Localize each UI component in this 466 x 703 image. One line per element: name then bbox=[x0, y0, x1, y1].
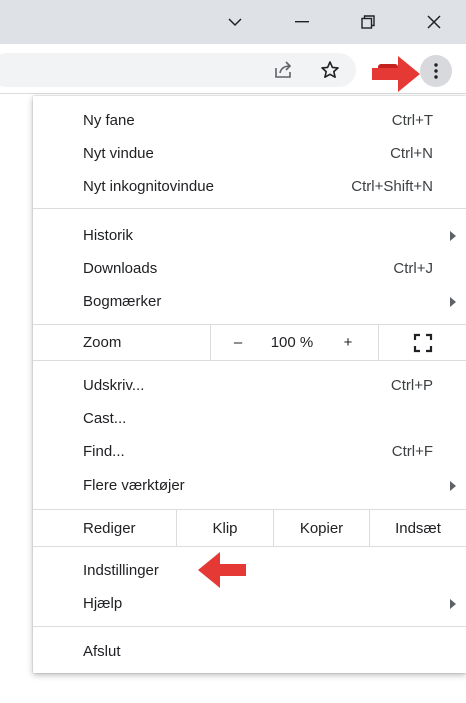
share-icon bbox=[275, 61, 292, 78]
paste-button[interactable]: Indsæt bbox=[370, 510, 466, 546]
menu-item-shortcut: Ctrl+F bbox=[391, 443, 433, 460]
menu-item-label: Flere værktøjer bbox=[83, 477, 185, 494]
menu-item-history[interactable]: Historik bbox=[33, 219, 466, 252]
submenu-arrow-icon bbox=[450, 599, 456, 609]
bookmark-button[interactable] bbox=[318, 58, 342, 82]
menu-item-label: Find... bbox=[83, 443, 125, 460]
menu-item-label: Nyt inkognitovindue bbox=[83, 178, 214, 195]
menu-item-label: Cast... bbox=[83, 410, 127, 427]
menu-item-label: Hjælp bbox=[83, 595, 123, 612]
menu-item-more-tools[interactable]: Flere værktøjer bbox=[33, 469, 466, 502]
submenu-arrow-icon bbox=[450, 231, 456, 241]
menu-item-label: Afslut bbox=[83, 643, 121, 660]
menu-item-label: Ny fane bbox=[83, 112, 135, 129]
menu-item-label: Bogmærker bbox=[83, 293, 162, 310]
chrome-menu-button[interactable] bbox=[420, 55, 452, 87]
menu-item-shortcut: Ctrl+Shift+N bbox=[351, 178, 433, 195]
menu-separator bbox=[33, 546, 466, 547]
fullscreen-button[interactable] bbox=[379, 325, 466, 360]
restore-button[interactable] bbox=[338, 0, 398, 44]
title-bar bbox=[0, 0, 466, 44]
menu-item-new-tab[interactable]: Ny fane Ctrl+T bbox=[33, 104, 466, 137]
menu-item-bookmarks[interactable]: Bogmærker bbox=[33, 285, 466, 318]
cut-button[interactable]: Klip bbox=[177, 510, 273, 546]
zoom-in-button[interactable]: + bbox=[333, 325, 363, 360]
menu-item-shortcut: Ctrl+N bbox=[390, 145, 433, 162]
menu-item-label: Historik bbox=[83, 227, 134, 244]
zoom-label: Zoom bbox=[83, 334, 122, 351]
menu-item-downloads[interactable]: Downloads Ctrl+J bbox=[33, 252, 466, 285]
close-icon bbox=[427, 15, 441, 29]
submenu-arrow-icon bbox=[450, 481, 456, 491]
menu-item-print[interactable]: Udskriv... Ctrl+P bbox=[33, 369, 466, 402]
minimize-icon bbox=[295, 21, 309, 23]
menu-item-label: Udskriv... bbox=[83, 377, 145, 394]
minimize-button[interactable] bbox=[272, 0, 332, 44]
chevron-down-icon bbox=[228, 18, 242, 27]
restore-icon bbox=[361, 15, 375, 29]
submenu-arrow-icon bbox=[450, 297, 456, 307]
close-window-button[interactable] bbox=[404, 0, 464, 44]
menu-separator bbox=[33, 626, 466, 627]
copy-button[interactable]: Kopier bbox=[274, 510, 369, 546]
menu-item-label: Nyt vindue bbox=[83, 145, 154, 162]
zoom-level: 100 % bbox=[270, 334, 314, 351]
menu-item-help[interactable]: Hjælp bbox=[33, 587, 466, 620]
menu-separator bbox=[33, 360, 466, 361]
menu-item-shortcut: Ctrl+T bbox=[391, 112, 433, 129]
edit-label: Rediger bbox=[83, 519, 136, 537]
menu-item-settings[interactable]: Indstillinger bbox=[33, 554, 466, 587]
menu-kebab-icon bbox=[434, 63, 438, 79]
menu-separator bbox=[33, 208, 466, 209]
menu-item-label: Downloads bbox=[83, 260, 158, 277]
chrome-main-menu: Ny fane Ctrl+T Nyt vindue Ctrl+N Nyt ink… bbox=[33, 96, 466, 673]
menu-item-find[interactable]: Find... Ctrl+F bbox=[33, 435, 466, 468]
bookmark-star-icon bbox=[321, 61, 339, 79]
menu-item-incognito[interactable]: Nyt inkognitovindue Ctrl+Shift+N bbox=[33, 170, 466, 203]
menu-item-new-window[interactable]: Nyt vindue Ctrl+N bbox=[33, 137, 466, 170]
fullscreen-icon bbox=[413, 333, 432, 352]
zoom-row: Zoom – 100 % + bbox=[33, 325, 466, 360]
menu-item-cast[interactable]: Cast... bbox=[33, 402, 466, 435]
tab-search-button[interactable] bbox=[205, 0, 265, 44]
menu-item-exit[interactable]: Afslut bbox=[33, 635, 466, 668]
share-button[interactable] bbox=[272, 58, 296, 82]
menu-item-shortcut: Ctrl+P bbox=[390, 377, 433, 394]
edit-row: Rediger Klip Kopier Indsæt bbox=[33, 510, 466, 546]
zoom-divider bbox=[210, 325, 211, 360]
menu-item-shortcut: Ctrl+J bbox=[393, 260, 433, 277]
annotation-arrow-icon bbox=[372, 56, 420, 92]
zoom-out-button[interactable]: – bbox=[223, 325, 253, 360]
annotation-arrow-icon bbox=[198, 552, 246, 588]
address-bar[interactable] bbox=[0, 53, 356, 87]
menu-item-label: Indstillinger bbox=[83, 562, 159, 579]
